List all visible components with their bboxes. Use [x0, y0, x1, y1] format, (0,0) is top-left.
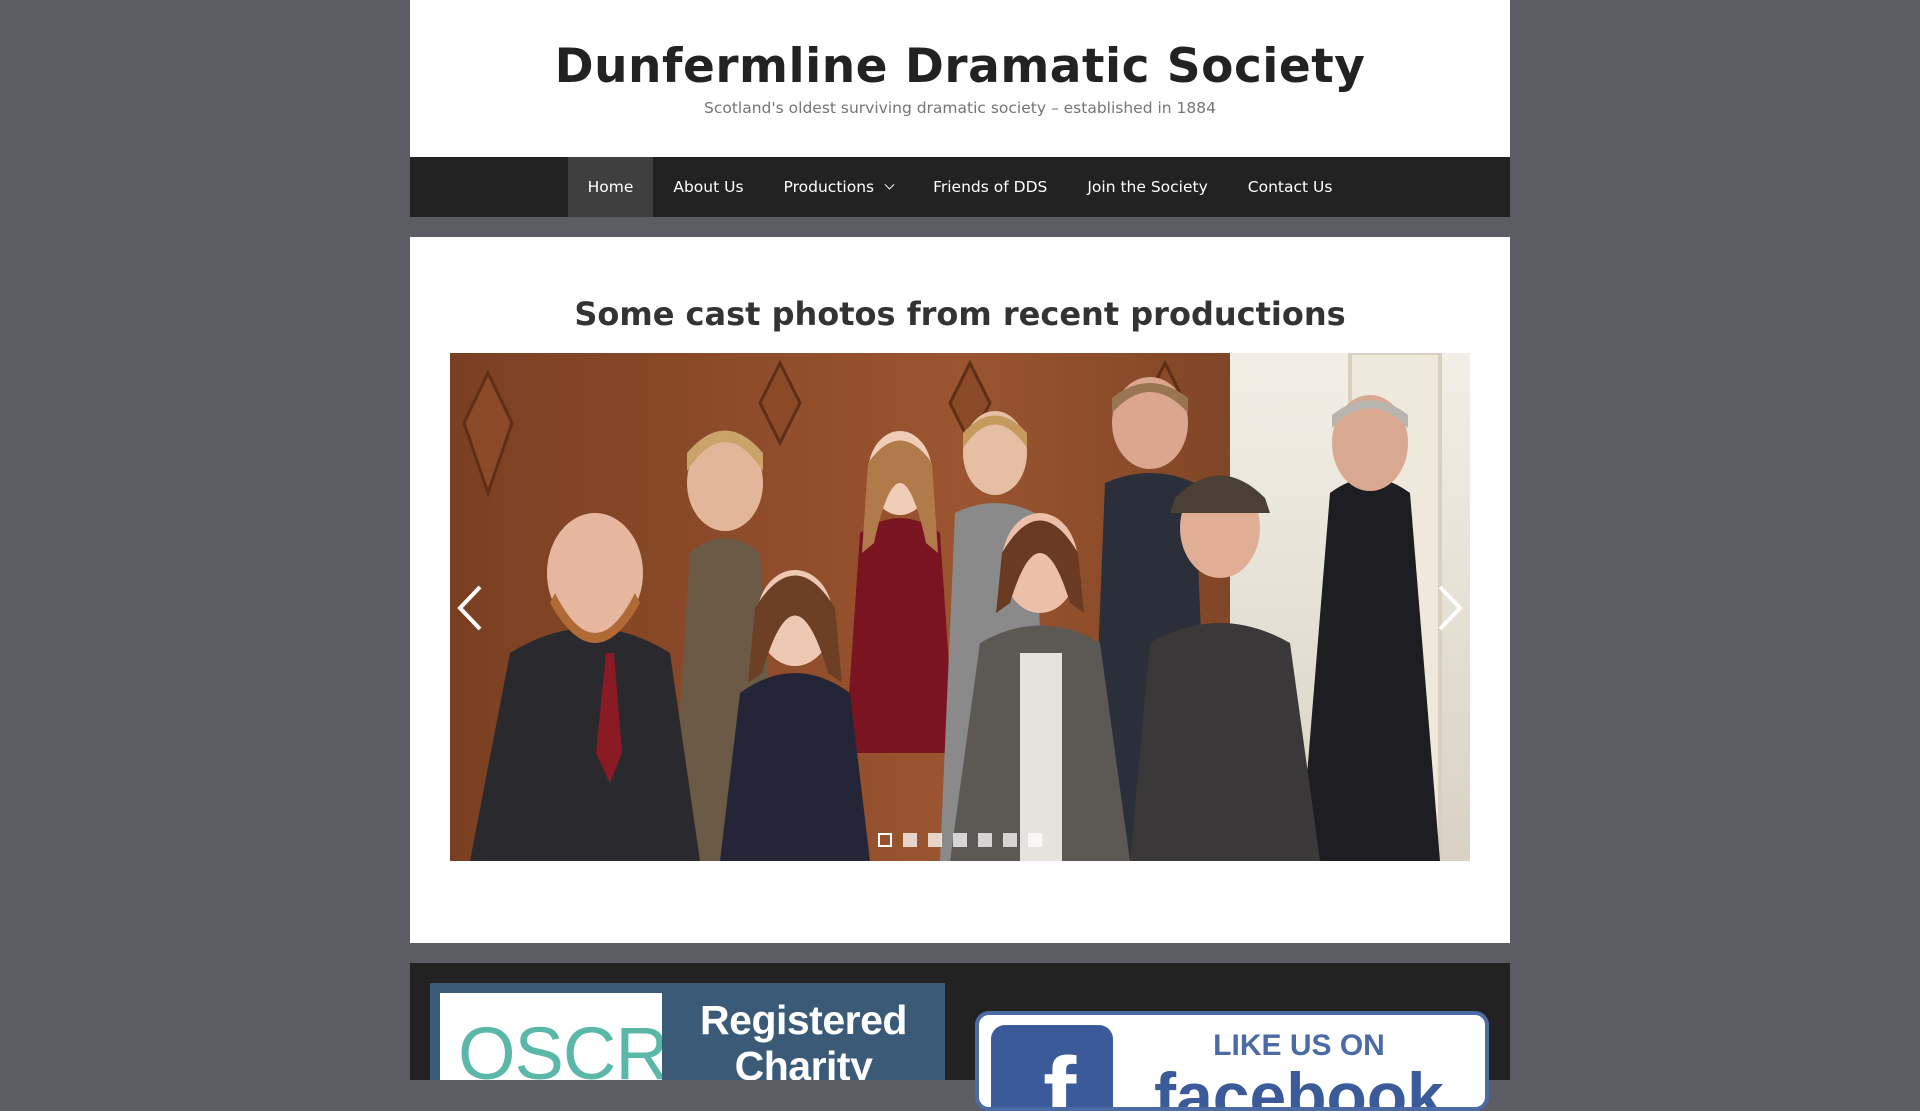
main-navigation: Home About Us Productions Friends of DDS… [410, 157, 1510, 217]
chevron-down-icon [884, 179, 895, 190]
slider-dot-1[interactable] [878, 833, 892, 847]
slider-dot-6[interactable] [1003, 833, 1017, 847]
chevron-left-icon [457, 585, 482, 631]
chevron-right-icon [1438, 585, 1463, 631]
slider-dot-3[interactable] [928, 833, 942, 847]
nav-item-home[interactable]: Home [567, 157, 654, 217]
nav-item-label: About Us [673, 178, 744, 196]
slider-dot-7[interactable] [1028, 833, 1042, 847]
site-description: Scotland's oldest surviving dramatic soc… [704, 99, 1216, 117]
image-slider [450, 353, 1470, 861]
facebook-wordmark: facebook [1154, 1059, 1444, 1111]
footer-widgets: OSCR Registered Charity f LIKE US ON fac… [410, 963, 1510, 1111]
nav-item-join-the-society[interactable]: Join the Society [1067, 157, 1227, 217]
slider-next-button[interactable] [1428, 583, 1468, 633]
nav-item-label: Join the Society [1087, 178, 1208, 196]
nav-menu: Home About Us Productions Friends of DDS… [567, 157, 1353, 217]
main-content: Some cast photos from recent productions [410, 237, 1510, 943]
facebook-f-glyph: f [1043, 1037, 1077, 1111]
site-header: Dunfermline Dramatic Society Scotland's … [410, 0, 1510, 157]
facebook-like-badge[interactable]: f LIKE US ON facebook [975, 1011, 1489, 1111]
slider-dot-4[interactable] [953, 833, 967, 847]
nav-item-label: Productions [783, 178, 875, 196]
like-us-on-text: LIKE US ON [1213, 1029, 1385, 1062]
nav-item-productions[interactable]: Productions [764, 157, 914, 217]
nav-item-label: Home [587, 178, 634, 196]
cast-photo-image [450, 353, 1470, 861]
nav-item-label: Friends of DDS [933, 178, 1048, 196]
oscr-registered-charity-badge[interactable]: OSCR Registered Charity [430, 983, 945, 1080]
nav-item-friends-of-dds[interactable]: Friends of DDS [913, 157, 1067, 217]
nav-item-contact-us[interactable]: Contact Us [1228, 157, 1353, 217]
nav-item-about-us[interactable]: About Us [653, 157, 763, 217]
slider-prev-button[interactable] [452, 583, 492, 633]
registered-charity-label: Registered Charity [700, 997, 907, 1080]
section-heading: Some cast photos from recent productions [574, 295, 1346, 333]
facebook-icon: f [991, 1025, 1113, 1111]
oscr-logo: OSCR [440, 993, 662, 1080]
oscr-logo-text: OSCR [458, 1012, 662, 1081]
site-title[interactable]: Dunfermline Dramatic Society [410, 0, 1510, 96]
slider-dot-2[interactable] [903, 833, 917, 847]
slider-pagination [450, 833, 1470, 847]
nav-item-label: Contact Us [1247, 178, 1333, 196]
slider-dot-5[interactable] [978, 833, 992, 847]
